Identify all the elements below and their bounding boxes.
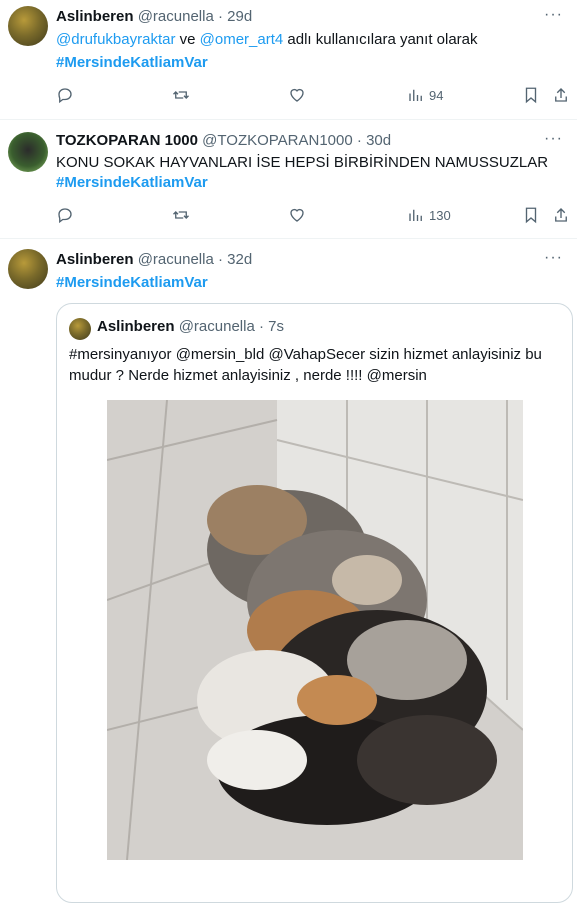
retweet-button[interactable] bbox=[172, 86, 190, 104]
like-button[interactable] bbox=[288, 206, 306, 224]
view-count: 94 bbox=[429, 87, 444, 103]
more-options-icon[interactable]: ··· bbox=[544, 6, 563, 24]
author-name[interactable]: Aslinberen bbox=[56, 8, 134, 25]
views-icon bbox=[409, 209, 422, 221]
like-icon bbox=[290, 208, 304, 222]
author-name[interactable]: Aslinberen bbox=[56, 251, 134, 268]
separator-dot: · bbox=[217, 8, 223, 25]
tweet-3[interactable]: Aslinberen @racunella · 32d ··· #Mersind… bbox=[0, 239, 577, 903]
photo-image bbox=[107, 400, 523, 860]
tweet-text: KONU SOKAK HAYVANLARI İSE HEPSİ BİRBİRİN… bbox=[56, 154, 549, 171]
avatar[interactable] bbox=[8, 249, 48, 289]
reply-suffix: adlı kullanıcılara yanıt olarak bbox=[283, 31, 478, 48]
avatar[interactable] bbox=[8, 132, 48, 172]
author-handle[interactable]: @TOZKOPARAN1000 bbox=[202, 132, 353, 149]
like-icon bbox=[290, 88, 304, 102]
tweet-header: Aslinberen @racunella · 32d bbox=[56, 251, 252, 268]
author-handle[interactable]: @racunella bbox=[138, 8, 214, 25]
quoted-tweet[interactable]: Aslinberen @racunella · 7s #mersinyanıyo… bbox=[56, 303, 573, 903]
author-handle[interactable]: @racunella bbox=[138, 251, 214, 268]
quoted-tweet-text: mudur ? Nerde hizmet anlayisiniz , nerde… bbox=[69, 367, 427, 384]
reply-icon bbox=[58, 88, 72, 104]
more-options-icon[interactable]: ··· bbox=[544, 130, 563, 148]
timestamp[interactable]: 32d bbox=[227, 251, 252, 268]
action-bar: 94 bbox=[56, 86, 567, 108]
tweet-1[interactable]: Aslinberen @racunella · 29d ··· @drufukb… bbox=[0, 0, 577, 120]
reply-button[interactable] bbox=[56, 206, 74, 224]
reply-icon bbox=[58, 208, 72, 224]
views-icon bbox=[409, 89, 422, 101]
separator-dot: · bbox=[258, 318, 264, 335]
separator-dot: · bbox=[217, 251, 223, 268]
author-name[interactable]: TOZKOPARAN 1000 bbox=[56, 132, 198, 149]
share-icon bbox=[555, 208, 567, 222]
bookmark-icon bbox=[525, 87, 537, 104]
views-button[interactable]: 94 bbox=[407, 86, 443, 104]
author-handle: @racunella bbox=[178, 318, 255, 335]
share-button[interactable] bbox=[552, 86, 570, 104]
mention-link[interactable]: @drufukbayraktar bbox=[56, 31, 175, 48]
mention-link[interactable]: @omer_art4 bbox=[200, 31, 284, 48]
separator-dot: · bbox=[356, 132, 362, 149]
tweet-header: Aslinberen @racunella · 29d bbox=[56, 8, 252, 25]
tweet-header: TOZKOPARAN 1000 @TOZKOPARAN1000 · 30d bbox=[56, 132, 391, 149]
retweet-icon bbox=[173, 91, 189, 99]
author-name: Aslinberen bbox=[97, 318, 175, 335]
quoted-tweet-header: Aslinberen @racunella · 7s bbox=[97, 318, 284, 335]
like-button[interactable] bbox=[288, 86, 306, 104]
share-icon bbox=[555, 88, 567, 102]
bookmark-icon bbox=[525, 207, 537, 224]
hashtag-link[interactable]: #MersindeKatliamVar bbox=[56, 274, 208, 291]
avatar[interactable] bbox=[69, 318, 91, 340]
timestamp: 7s bbox=[268, 318, 284, 335]
hashtag-link[interactable]: #MersindeKatliamVar bbox=[56, 174, 208, 191]
views-button[interactable]: 130 bbox=[407, 206, 451, 224]
tweet-2[interactable]: TOZKOPARAN 1000 @TOZKOPARAN1000 · 30d ··… bbox=[0, 120, 577, 239]
retweet-button[interactable] bbox=[172, 206, 190, 224]
view-count: 130 bbox=[429, 207, 451, 223]
share-button[interactable] bbox=[552, 206, 570, 224]
bookmark-button[interactable] bbox=[522, 206, 540, 224]
bookmark-button[interactable] bbox=[522, 86, 540, 104]
reply-button[interactable] bbox=[56, 86, 74, 104]
hashtag-link[interactable]: #MersindeKatliamVar bbox=[56, 54, 208, 71]
more-options-icon[interactable]: ··· bbox=[544, 249, 563, 267]
timestamp[interactable]: 30d bbox=[366, 132, 391, 149]
timestamp[interactable]: 29d bbox=[227, 8, 252, 25]
reply-context: @drufukbayraktar ve @omer_art4 adlı kull… bbox=[56, 30, 478, 50]
quoted-tweet-text: #mersinyanıyor @mersin_bld @VahapSecer s… bbox=[69, 346, 542, 363]
retweet-icon bbox=[173, 211, 189, 219]
tweet-photo[interactable] bbox=[107, 400, 523, 860]
action-bar: 130 bbox=[56, 206, 567, 228]
avatar[interactable] bbox=[8, 6, 48, 46]
reply-and: ve bbox=[175, 31, 200, 48]
